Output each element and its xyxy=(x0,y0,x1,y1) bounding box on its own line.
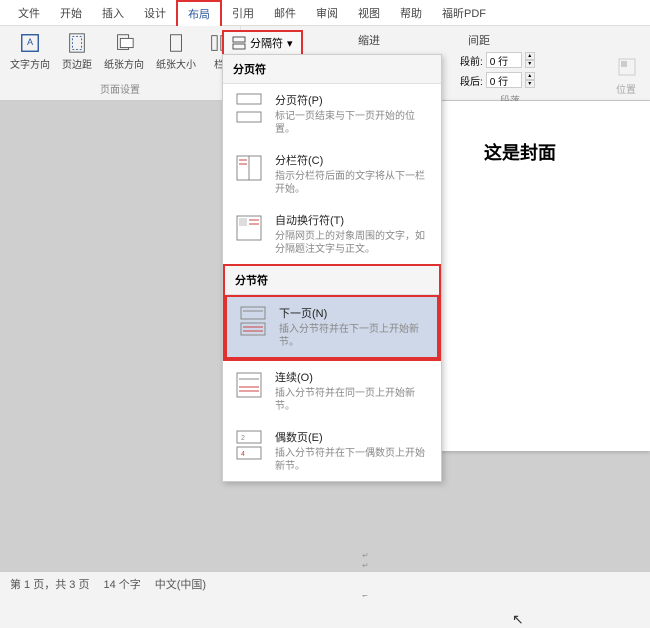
page-setup-group-label: 页面设置 xyxy=(100,81,140,96)
menu-insert[interactable]: 插入 xyxy=(92,1,134,25)
page-info[interactable]: 第 1 页，共 3 页 xyxy=(10,576,89,592)
before-input[interactable] xyxy=(486,52,522,68)
page-break-icon xyxy=(233,92,265,124)
margins-button[interactable]: 页边距 xyxy=(58,30,96,73)
text-direction-icon: A xyxy=(19,32,41,54)
menubar: 文件 开始 插入 设计 布局 引用 邮件 审阅 视图 帮助 福昕PDF xyxy=(0,0,650,26)
text-wrap-item[interactable]: 自动换行符(T) 分隔网页上的对象周围的文字，如分隔题注文字与正文。 xyxy=(223,204,441,264)
after-input[interactable] xyxy=(486,72,522,88)
item-desc: 插入分节符并在同一页上开始新节。 xyxy=(275,387,431,413)
next-page-item[interactable]: 下一页(N) 插入分节符并在下一页上开始新节。 xyxy=(225,295,439,359)
item-title: 连续(O) xyxy=(275,369,431,385)
orientation-button[interactable]: 纸张方向 xyxy=(100,30,148,73)
breaks-dropdown: 分页符 分页符(P) 标记一页结束与下一页开始的位置。 分栏符(C) 指示分栏符后面… xyxy=(222,54,442,482)
chevron-down-icon: ▾ xyxy=(287,37,293,50)
next-page-icon xyxy=(237,305,269,337)
indent-label: 缩进 xyxy=(358,32,380,48)
word-count[interactable]: 14 个字 xyxy=(103,576,140,592)
item-desc: 插入分节符并在下一页上开始新节。 xyxy=(279,323,427,349)
position-icon xyxy=(616,56,638,78)
text-wrap-icon xyxy=(233,212,265,244)
size-icon xyxy=(165,32,187,54)
menu-review[interactable]: 审阅 xyxy=(306,1,348,25)
even-page-item[interactable]: 24 偶数页(E)插入分节符并在下一偶数页上开始新节。 xyxy=(223,421,441,481)
orientation-label: 纸张方向 xyxy=(104,56,144,71)
breaks-label: 分隔符 xyxy=(250,35,283,51)
after-label: 段后: xyxy=(460,73,483,88)
page-title-text: 这是封面 xyxy=(484,139,556,165)
spacing-after-spinner[interactable]: 段后: ▴▾ xyxy=(460,72,535,88)
size-label: 纸张大小 xyxy=(156,56,196,71)
menu-layout[interactable]: 布局 xyxy=(176,0,222,26)
page-break-item[interactable]: 分页符(P) 标记一页结束与下一页开始的位置。 xyxy=(223,84,441,144)
orientation-icon xyxy=(113,32,135,54)
position-button[interactable]: 位置 xyxy=(616,56,638,96)
item-desc: 插入分节符并在下一偶数页上开始新节。 xyxy=(275,447,431,473)
before-label: 段前: xyxy=(460,53,483,68)
even-page-icon: 24 xyxy=(233,429,265,461)
menu-home[interactable]: 开始 xyxy=(50,1,92,25)
item-title: 分栏符(C) xyxy=(275,152,431,168)
text-direction-label: 文字方向 xyxy=(10,56,50,71)
item-desc: 标记一页结束与下一页开始的位置。 xyxy=(275,110,431,136)
menu-references[interactable]: 引用 xyxy=(222,1,264,25)
item-desc: 指示分栏符后面的文字将从下一栏开始。 xyxy=(275,170,431,196)
continuous-item[interactable]: 连续(O) 插入分节符并在同一页上开始新节。 xyxy=(223,361,441,421)
item-desc: 分隔网页上的对象周围的文字，如分隔题注文字与正文。 xyxy=(275,230,431,256)
menu-design[interactable]: 设计 xyxy=(134,1,176,25)
menu-help[interactable]: 帮助 xyxy=(390,1,432,25)
spacing-label: 间距 xyxy=(468,32,490,48)
text-direction-button[interactable]: A 文字方向 xyxy=(6,30,54,73)
svg-text:A: A xyxy=(27,37,34,47)
breaks-icon xyxy=(232,36,246,50)
menu-file[interactable]: 文件 xyxy=(8,1,50,25)
page-setup-group: A 文字方向 页边距 纸张方向 纸张大小 栏 页面设置 xyxy=(0,26,241,100)
svg-text:4: 4 xyxy=(241,451,245,458)
item-title: 自动换行符(T) xyxy=(275,212,431,228)
section-breaks-header: 分节符 xyxy=(225,266,439,295)
menu-mailings[interactable]: 邮件 xyxy=(264,1,306,25)
column-break-item[interactable]: 分栏符(C) 指示分栏符后面的文字将从下一栏开始。 xyxy=(223,144,441,204)
continuous-icon xyxy=(233,369,265,401)
spinner-arrows[interactable]: ▴▾ xyxy=(525,52,535,68)
svg-text:2: 2 xyxy=(241,435,245,442)
margins-label: 页边距 xyxy=(62,56,92,71)
size-button[interactable]: 纸张大小 xyxy=(152,30,200,73)
page-breaks-header: 分页符 xyxy=(223,55,441,84)
menu-foxit[interactable]: 福昕PDF xyxy=(432,1,496,25)
breaks-button[interactable]: 分隔符 ▾ xyxy=(222,30,303,56)
spacing-before-spinner[interactable]: 段前: ▴▾ xyxy=(460,52,535,68)
item-title: 偶数页(E) xyxy=(275,429,431,445)
column-break-icon xyxy=(233,152,265,184)
margins-icon xyxy=(66,32,88,54)
item-title: 分页符(P) xyxy=(275,92,431,108)
item-title: 下一页(N) xyxy=(279,305,427,321)
cursor-icon: ↖ xyxy=(512,611,524,628)
spinner-arrows[interactable]: ▴▾ xyxy=(525,72,535,88)
menu-view[interactable]: 视图 xyxy=(348,1,390,25)
position-label: 位置 xyxy=(616,81,638,96)
statusbar: 第 1 页，共 3 页 14 个字 中文(中国) xyxy=(0,571,650,595)
language-indicator[interactable]: 中文(中国) xyxy=(155,576,206,592)
